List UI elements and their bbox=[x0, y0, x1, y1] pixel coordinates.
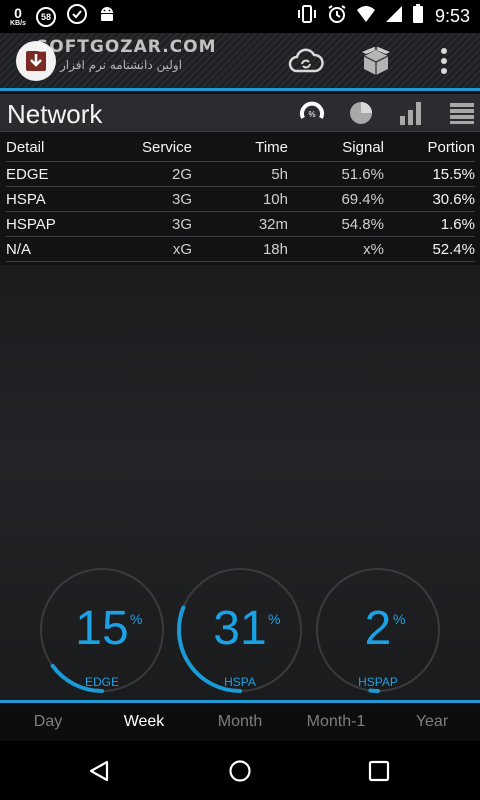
gauge-label: HSPA bbox=[224, 675, 256, 689]
tab-month-1[interactable]: Month-1 bbox=[288, 703, 384, 741]
cell-detail: EDGE bbox=[6, 165, 49, 183]
cell-detail: HSPA bbox=[6, 190, 46, 208]
wifi-icon bbox=[356, 5, 376, 28]
cell-signal: 54.8% bbox=[341, 215, 384, 233]
gauge-hspap[interactable]: 2 % HSPAP bbox=[313, 565, 443, 695]
table-row[interactable]: HSPA 3G 10h 69.4% 30.6% bbox=[6, 187, 475, 212]
box-icon[interactable] bbox=[356, 45, 396, 77]
cell-time: 5h bbox=[271, 165, 288, 183]
cell-service: 3G bbox=[171, 215, 192, 233]
percent-gauge-icon[interactable]: % bbox=[298, 100, 326, 126]
signal-bars-icon[interactable] bbox=[397, 100, 425, 126]
cell-signal: x% bbox=[363, 240, 384, 258]
gauge-label: HSPAP bbox=[358, 675, 398, 689]
notification-badge: 58 bbox=[35, 6, 56, 27]
gauge-hspa[interactable]: 31 % HSPA bbox=[175, 565, 305, 695]
title-row: Network % bbox=[0, 94, 480, 132]
table-row[interactable]: HSPAP 3G 32m 54.8% 1.6% bbox=[6, 212, 475, 237]
cell-portion: 15.5% bbox=[432, 165, 475, 183]
clock: 9:53 bbox=[434, 6, 470, 26]
cell-portion: 30.6% bbox=[432, 190, 475, 208]
cell-time: 32m bbox=[258, 215, 288, 233]
gauge-value: 15 bbox=[75, 602, 129, 655]
gauge-value: 31 bbox=[213, 602, 267, 655]
net-speed-indicator: 0 KB/s bbox=[10, 6, 26, 27]
screen: 0 KB/s 58 9:53 SOFTGOZAR.COM اولین دانشن… bbox=[0, 0, 480, 800]
table-row[interactable]: N/A xG 18h x% 52.4% bbox=[6, 237, 475, 262]
android-icon bbox=[98, 4, 116, 29]
svg-text:%: % bbox=[308, 110, 315, 119]
pie-chart-icon[interactable] bbox=[347, 100, 375, 126]
gauge-unit: % bbox=[393, 611, 406, 627]
gauge-edge[interactable]: 15 % EDGE bbox=[37, 565, 167, 695]
action-bar: SOFTGOZAR.COM اولین دانشنامه نرم افزار bbox=[0, 33, 480, 91]
page-title: Network bbox=[7, 99, 103, 129]
cell-portion: 52.4% bbox=[432, 240, 475, 258]
header-signal: Signal bbox=[342, 139, 384, 156]
cell-time: 10h bbox=[262, 190, 288, 208]
overflow-menu-icon[interactable] bbox=[432, 45, 456, 77]
cell-signal-icon bbox=[385, 5, 403, 28]
back-icon[interactable] bbox=[82, 756, 116, 786]
net-speed-unit: KB/s bbox=[10, 20, 26, 27]
recents-icon[interactable] bbox=[362, 756, 396, 786]
gauge-value: 2 bbox=[364, 602, 392, 655]
status-bar: 0 KB/s 58 9:53 bbox=[0, 0, 480, 33]
tab-month[interactable]: Month bbox=[192, 703, 288, 741]
network-table: Detail Service Time Signal Portion EDGE … bbox=[6, 134, 475, 262]
cell-service: 3G bbox=[171, 190, 192, 208]
cell-service: xG bbox=[172, 240, 192, 258]
cloud-sync-icon[interactable] bbox=[286, 45, 326, 77]
cell-detail: N/A bbox=[6, 240, 32, 258]
net-speed-value: 0 bbox=[14, 5, 22, 21]
gauges-row: 15 % EDGE 31 % HSPA 2 % HSPAP bbox=[0, 565, 480, 697]
vpn-shield-icon bbox=[66, 3, 88, 30]
cell-portion: 1.6% bbox=[440, 215, 475, 233]
tab-year[interactable]: Year bbox=[384, 703, 480, 741]
tab-day[interactable]: Day bbox=[0, 703, 96, 741]
status-right: 9:53 bbox=[296, 4, 470, 29]
cell-service: 2G bbox=[171, 165, 192, 183]
navigation-bar bbox=[0, 741, 480, 800]
cell-signal: 51.6% bbox=[341, 165, 384, 183]
gauge-unit: % bbox=[268, 611, 281, 627]
cell-signal: 69.4% bbox=[341, 190, 384, 208]
table-row[interactable]: EDGE 2G 5h 51.6% 15.5% bbox=[6, 162, 475, 187]
list-icon[interactable] bbox=[448, 100, 476, 126]
gauge-unit: % bbox=[130, 611, 143, 627]
status-left: 0 KB/s 58 bbox=[10, 3, 116, 30]
tab-week[interactable]: Week bbox=[96, 703, 192, 741]
brand-watermark: SOFTGOZAR.COM bbox=[36, 37, 217, 57]
gauge-label: EDGE bbox=[84, 675, 119, 689]
alarm-icon bbox=[327, 4, 347, 29]
header-service: Service bbox=[141, 139, 192, 156]
header-detail: Detail bbox=[6, 139, 45, 156]
cell-time: 18h bbox=[262, 240, 288, 258]
battery-icon bbox=[412, 4, 424, 29]
home-icon[interactable] bbox=[223, 756, 257, 786]
header-portion: Portion bbox=[427, 139, 475, 156]
period-tabs: Day Week Month Month-1 Year bbox=[0, 700, 480, 741]
cell-detail: HSPAP bbox=[6, 215, 56, 233]
brand-subtitle: اولین دانشنامه نرم افزار bbox=[60, 58, 183, 72]
table-header: Detail Service Time Signal Portion bbox=[6, 134, 475, 162]
vibrate-icon bbox=[296, 4, 318, 29]
header-time: Time bbox=[255, 139, 288, 156]
